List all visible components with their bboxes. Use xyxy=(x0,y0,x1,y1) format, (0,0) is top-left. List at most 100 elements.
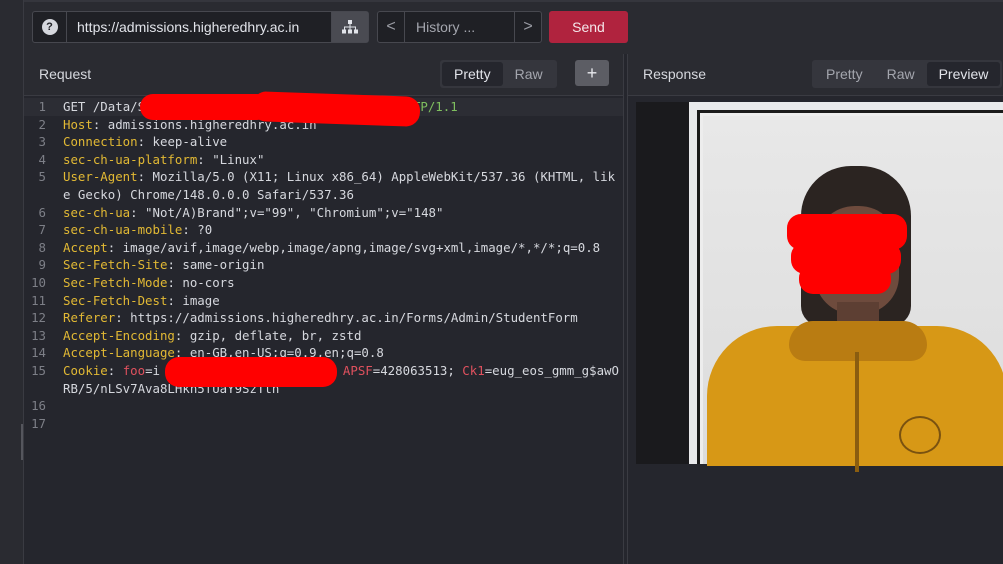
line-number: 17 xyxy=(31,415,46,431)
chevron-left-icon: < xyxy=(386,18,396,35)
add-button[interactable]: + xyxy=(575,60,609,86)
tab-request-raw[interactable]: Raw xyxy=(503,62,555,86)
resize-handle[interactable] xyxy=(21,424,23,460)
line-number: 4 xyxy=(38,151,46,167)
line-number: 3 xyxy=(38,134,46,150)
header-key: Sec-Fetch-Mode xyxy=(63,274,168,290)
header-key: Referer xyxy=(63,310,116,326)
line-number: 9 xyxy=(38,257,46,273)
header-key: Accept xyxy=(63,239,108,255)
header-value: : keep-alive xyxy=(137,134,228,150)
line-number: 7 xyxy=(38,222,46,238)
header-value: : gzip, deflate, br, zstd xyxy=(174,327,362,343)
cookie-key: APSF xyxy=(342,362,373,378)
left-sidebar-strip xyxy=(0,0,24,564)
send-button[interactable]: Send xyxy=(549,11,628,43)
line-number: 16 xyxy=(31,398,46,414)
network-icon xyxy=(342,20,358,34)
line-number: 10 xyxy=(31,274,46,290)
header-key: sec-ch-ua-platform xyxy=(63,151,198,167)
header-key: sec-ch-ua-mobile xyxy=(63,222,183,238)
header-value: : xyxy=(107,362,123,378)
code-line: 6 sec-ch-ua: "Not/A)Brand";v="99", "Chro… xyxy=(24,204,623,222)
chevron-right-icon: > xyxy=(523,18,533,35)
header-key: Accept-Encoding xyxy=(63,327,175,343)
cookie-value: =428063513; xyxy=(372,362,463,378)
request-path: /Data/S xyxy=(85,99,146,114)
tab-response-pretty[interactable]: Pretty xyxy=(814,62,875,86)
header-key: Sec-Fetch-Dest xyxy=(63,292,168,308)
history-select[interactable]: History ... xyxy=(405,12,514,42)
code-line: 5 User-Agent: Mozilla/5.0 (X11; Linux x8… xyxy=(24,168,623,203)
line-number: 15 xyxy=(31,362,46,378)
tab-response-preview[interactable]: Preview xyxy=(926,62,1001,86)
line-number: 12 xyxy=(31,310,46,326)
header-key: Sec-Fetch-Site xyxy=(63,257,168,273)
header-key: Connection xyxy=(63,134,138,150)
line-number: 2 xyxy=(38,116,46,132)
header-value: : "Not/A)Brand";v="99", "Chromium";v="14… xyxy=(130,204,444,220)
tab-response-raw[interactable]: Raw xyxy=(875,62,927,86)
cookie-key: Ck1 xyxy=(462,362,485,378)
help-button[interactable]: ? xyxy=(33,12,67,42)
line-number: 1 xyxy=(38,99,46,114)
code-line: 16 xyxy=(24,397,623,415)
photo-zip xyxy=(855,352,859,472)
header-key: Cookie xyxy=(63,362,108,378)
response-header: Response Pretty Raw Preview xyxy=(628,54,1003,96)
history-next-button[interactable]: > xyxy=(514,12,541,42)
line-number: 6 xyxy=(38,204,46,220)
image-preview xyxy=(636,102,1003,472)
header-value: : Mozilla/5.0 (X11; Linux x86_64) AppleW… xyxy=(63,169,616,202)
redaction-mark xyxy=(251,91,421,127)
code-line: 17 xyxy=(24,415,623,433)
code-line: 7 sec-ch-ua-mobile: ?0 xyxy=(24,221,623,239)
http-method: GET xyxy=(63,99,86,114)
redaction-mark xyxy=(140,94,270,120)
history-prev-button[interactable]: < xyxy=(378,12,405,42)
header-value: : https://admissions.higheredhry.ac.in/F… xyxy=(115,310,578,326)
code-line: 13 Accept-Encoding: gzip, deflate, br, z… xyxy=(24,327,623,345)
history-navigator: < History ... > xyxy=(377,11,542,43)
header-value: : ?0 xyxy=(182,222,213,238)
photo-logo xyxy=(899,416,941,454)
redaction-mark xyxy=(165,357,337,387)
code-line: 11 Sec-Fetch-Dest: image xyxy=(24,292,623,310)
header-value: : same-origin xyxy=(167,257,265,273)
toolbar: ? https://admissions.higheredhry.ac.in <… xyxy=(24,2,1003,54)
line-number: 11 xyxy=(31,292,46,308)
code-line: 4 sec-ch-ua-platform: "Linux" xyxy=(24,151,623,169)
line-number: 8 xyxy=(38,239,46,255)
tab-request-pretty[interactable]: Pretty xyxy=(442,62,503,86)
target-url-input[interactable]: https://admissions.higheredhry.ac.in xyxy=(67,12,331,42)
line-number: 13 xyxy=(31,327,46,343)
request-title: Request xyxy=(39,66,92,82)
header-key: Accept-Language xyxy=(63,345,175,361)
header-value: : no-cors xyxy=(167,274,235,290)
code-line: 3 Connection: keep-alive xyxy=(24,133,623,151)
cookie-key: foo xyxy=(122,362,146,378)
response-panel: Response Pretty Raw Preview xyxy=(627,54,1003,564)
code-line: 12 Referer: https://admissions.higheredh… xyxy=(24,309,623,327)
response-view-tabs: Pretty Raw Preview xyxy=(812,60,1003,88)
request-view-tabs: Pretty Raw xyxy=(440,60,557,88)
url-bar: ? https://admissions.higheredhry.ac.in xyxy=(32,11,369,43)
line-number: 14 xyxy=(31,345,46,361)
header-key: Host xyxy=(63,116,93,132)
line-number: 5 xyxy=(38,169,46,185)
header-key: sec-ch-ua xyxy=(63,204,131,220)
code-line: 8 Accept: image/avif,image/webp,image/ap… xyxy=(24,239,623,257)
code-line: 10 Sec-Fetch-Mode: no-cors xyxy=(24,274,623,292)
help-icon: ? xyxy=(41,19,58,35)
cookie-value: =i xyxy=(145,362,160,378)
header-value: : "Linux" xyxy=(197,151,265,167)
header-key: User-Agent xyxy=(63,169,138,185)
response-title: Response xyxy=(643,66,707,82)
header-value: : image/avif,image/webp,image/apng,image… xyxy=(107,239,601,255)
request-panel: Request Pretty Raw + 1 GET /Data/Sg HTTP… xyxy=(21,54,624,564)
redaction-mark xyxy=(799,264,891,294)
network-settings-button[interactable] xyxy=(331,12,368,42)
header-value: : image xyxy=(167,292,220,308)
request-header: Request Pretty Raw + xyxy=(24,54,623,96)
student-photo xyxy=(689,102,1003,472)
